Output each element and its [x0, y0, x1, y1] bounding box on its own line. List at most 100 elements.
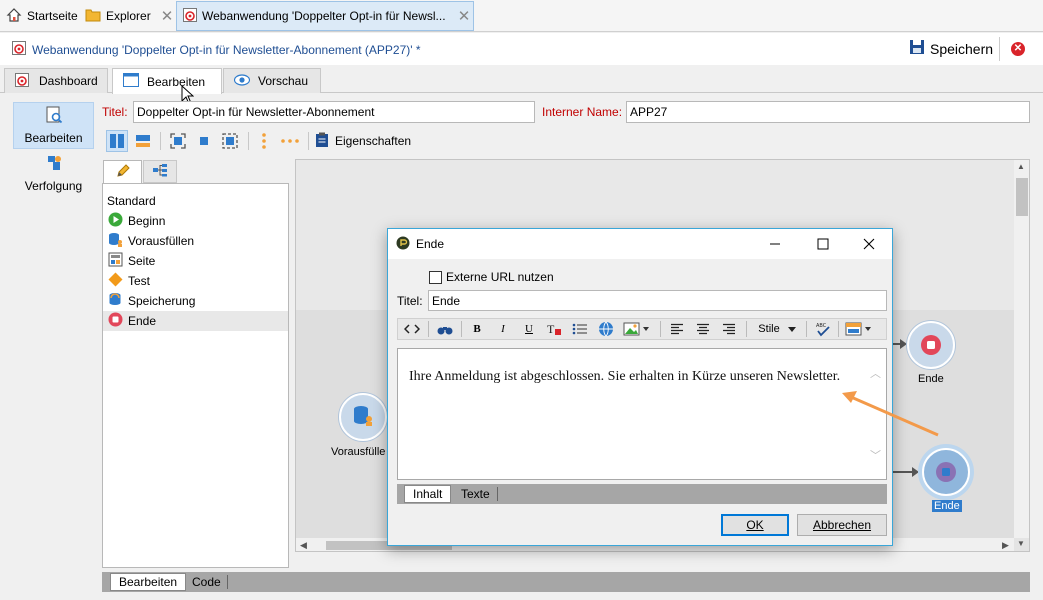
- palette-tab-structure[interactable]: [143, 160, 177, 183]
- svg-text:ABC: ABC: [816, 323, 827, 329]
- properties-label: Eigenschaften: [335, 134, 412, 148]
- tab-bottom-code[interactable]: Code: [184, 573, 229, 591]
- scroll-up-icon[interactable]: ︿: [870, 365, 881, 381]
- spellcheck-icon[interactable]: ABC: [812, 320, 834, 338]
- node-prefill-label: Vorausfülle: [331, 446, 386, 458]
- workflow-node-end-selected[interactable]: [922, 448, 970, 496]
- tracking-icon: [45, 154, 63, 175]
- toolbar-separator: [838, 321, 839, 337]
- italic-icon[interactable]: I: [494, 320, 512, 338]
- cancel-label: Abbrechen: [812, 518, 872, 532]
- dialog-title: Ende: [416, 237, 445, 251]
- tab-texts[interactable]: Texte: [453, 485, 498, 503]
- external-url-checkbox-row[interactable]: Externe URL nutzen: [429, 270, 554, 284]
- actual-size-icon[interactable]: [193, 130, 215, 152]
- page-icon: [108, 252, 123, 270]
- close-icon[interactable]: [859, 234, 879, 254]
- internal-name-label: Interner Name:: [542, 105, 623, 119]
- properties-button[interactable]: Eigenschaften: [315, 132, 411, 150]
- stop-icon: [936, 462, 956, 482]
- play-icon: [108, 212, 123, 230]
- sidenav-edit[interactable]: Bearbeiten: [13, 102, 94, 149]
- workflow-node-end[interactable]: [907, 321, 955, 369]
- maximize-icon[interactable]: [813, 234, 833, 254]
- scroll-left-icon[interactable]: ◀: [300, 540, 307, 551]
- content-editor[interactable]: Ihre Anmeldung ist abgeschlossen. Sie er…: [397, 348, 887, 480]
- top-navigation: Startseite Explorer ✕ Webanwendung 'Dopp…: [0, 0, 1043, 32]
- minimize-icon[interactable]: [765, 234, 785, 254]
- form-field-icon[interactable]: [844, 320, 874, 338]
- editor-content-text[interactable]: Ihre Anmeldung ist abgeschlossen. Sie er…: [409, 368, 849, 386]
- tab-separator: [497, 487, 498, 501]
- styles-dropdown[interactable]: Stile: [752, 320, 802, 338]
- close-tab-icon[interactable]: ✕: [455, 7, 473, 25]
- source-code-icon[interactable]: [402, 320, 422, 338]
- palette-item-vorausfuellen[interactable]: Vorausfüllen: [103, 231, 288, 251]
- palette-item-beginn[interactable]: Beginn: [103, 211, 288, 231]
- text-color-icon[interactable]: T: [544, 320, 564, 338]
- tab-webapp-label: Webanwendung 'Doppelter Opt-in für Newsl…: [202, 9, 446, 23]
- workflow-node-prefill[interactable]: [339, 393, 387, 441]
- diamond-icon: [108, 272, 123, 290]
- align-right-icon[interactable]: [719, 320, 739, 338]
- vertical-layout-icon[interactable]: [106, 130, 128, 152]
- editor-tabs: Inhalt Texte: [397, 484, 887, 504]
- tab-webapp[interactable]: Webanwendung 'Doppelter Opt-in für Newsl…: [176, 1, 474, 31]
- scroll-down-icon[interactable]: ▼: [1017, 539, 1025, 548]
- vertical-dots-icon[interactable]: [253, 130, 275, 152]
- list-icon[interactable]: [570, 320, 590, 338]
- sidenav-tracking[interactable]: Verfolgung: [13, 150, 94, 197]
- palette-item-seite[interactable]: Seite: [103, 251, 288, 271]
- palette-tab-activities[interactable]: [103, 160, 142, 184]
- fit-icon[interactable]: [167, 130, 189, 152]
- folder-icon: [85, 8, 101, 25]
- toolbar-separator: [160, 132, 161, 150]
- palette-item-test[interactable]: Test: [103, 271, 288, 291]
- close-document-button[interactable]: ✕: [1011, 42, 1025, 56]
- palette-item-speicherung[interactable]: Speicherung: [103, 291, 288, 311]
- align-left-icon[interactable]: [667, 320, 687, 338]
- scroll-down-icon[interactable]: ﹀: [870, 447, 881, 463]
- close-explorer-button[interactable]: ✕: [158, 5, 176, 27]
- scrollbar-thumb[interactable]: [1016, 178, 1028, 216]
- horizontal-layout-icon[interactable]: [132, 130, 154, 152]
- save-button[interactable]: Speichern: [909, 39, 993, 58]
- scroll-up-icon[interactable]: ▲: [1017, 162, 1025, 171]
- title-input[interactable]: Doppelter Opt-in für Newsletter-Abonneme…: [133, 101, 535, 123]
- database-user-icon: [352, 405, 374, 430]
- tab-bottom-edit[interactable]: Bearbeiten: [110, 573, 187, 591]
- vertical-scrollbar[interactable]: ▲ ▼: [1014, 160, 1029, 548]
- tab-dashboard[interactable]: Dashboard: [4, 68, 108, 93]
- eye-icon: [233, 73, 251, 89]
- home-nav-item[interactable]: Startseite: [6, 5, 78, 27]
- link-globe-icon[interactable]: [596, 320, 616, 338]
- external-url-checkbox[interactable]: [429, 270, 442, 284]
- insert-image-icon[interactable]: [622, 320, 652, 338]
- binoculars-icon[interactable]: [434, 320, 456, 338]
- stop-icon: [921, 335, 941, 355]
- toolbar-separator: [806, 321, 807, 337]
- pencil-icon: [115, 163, 131, 182]
- bold-icon[interactable]: B: [468, 320, 486, 338]
- palette-item-label: Test: [128, 274, 151, 288]
- horizontal-dots-icon[interactable]: [279, 130, 301, 152]
- palette-item-ende[interactable]: Ende: [103, 311, 288, 331]
- node-end-selected-label: Ende: [932, 500, 962, 512]
- zoom-fit-icon[interactable]: [219, 130, 241, 152]
- tab-content[interactable]: Inhalt: [404, 485, 452, 503]
- scroll-right-icon[interactable]: ▶: [1002, 540, 1009, 551]
- cancel-button[interactable]: Abbrechen: [797, 514, 887, 536]
- tab-preview[interactable]: Vorschau: [223, 68, 321, 93]
- end-activity-icon: [396, 236, 410, 253]
- toolbar-separator: [428, 321, 429, 337]
- view-tabs: Dashboard Bearbeiten Vorschau: [0, 65, 1043, 105]
- internal-name-input[interactable]: APP27: [626, 101, 1030, 123]
- chevron-down-icon: [787, 326, 796, 332]
- dialog-title-input[interactable]: Ende: [428, 290, 887, 311]
- underline-icon[interactable]: U: [520, 320, 538, 338]
- tab-edit[interactable]: Bearbeiten: [112, 68, 222, 94]
- tab-preview-label: Vorschau: [258, 74, 309, 88]
- ok-button[interactable]: OK: [721, 514, 789, 536]
- explorer-nav-item[interactable]: Explorer: [85, 5, 151, 27]
- align-center-icon[interactable]: [693, 320, 713, 338]
